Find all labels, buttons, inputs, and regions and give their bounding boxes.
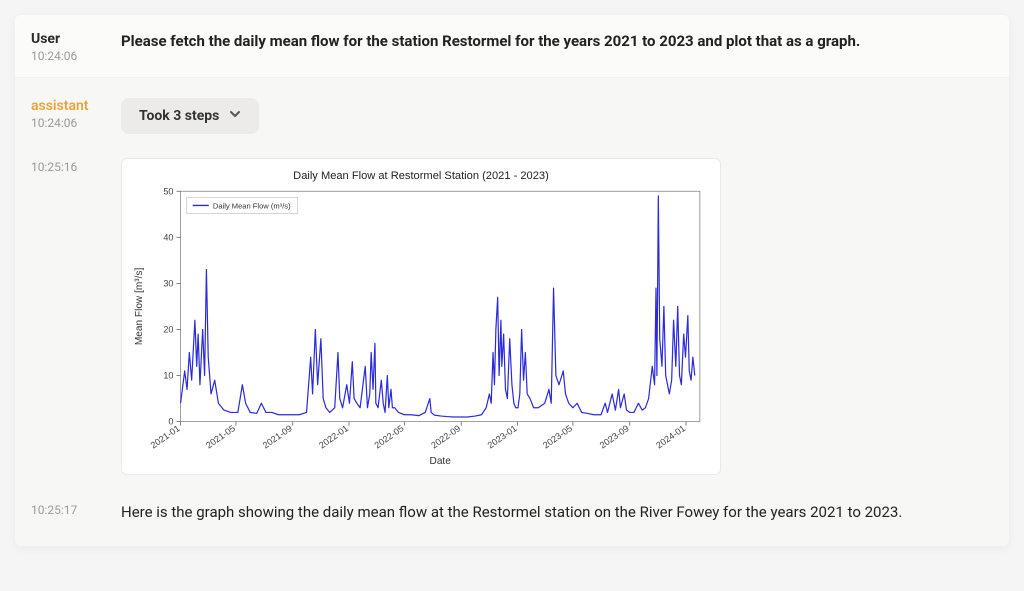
timestamp: 10:25:16 bbox=[31, 160, 101, 174]
svg-text:2021-01: 2021-01 bbox=[149, 423, 182, 450]
role-label-user: User bbox=[31, 31, 101, 47]
timestamp: 10:24:06 bbox=[31, 49, 101, 63]
svg-text:Mean Flow [m³/s]: Mean Flow [m³/s] bbox=[134, 268, 145, 346]
svg-text:Daily Mean Flow (m³/s): Daily Mean Flow (m³/s) bbox=[213, 201, 291, 210]
svg-text:2023-09: 2023-09 bbox=[598, 423, 631, 450]
message-user: User 10:24:06 Please fetch the daily mea… bbox=[15, 15, 1009, 78]
svg-text:30: 30 bbox=[163, 278, 173, 288]
svg-text:2024-01: 2024-01 bbox=[654, 423, 687, 450]
chevron-down-icon bbox=[229, 108, 241, 124]
message-assistant-chart: 10:25:16 Daily Mean Flow at Restormel St… bbox=[15, 140, 1009, 483]
svg-text:2022-09: 2022-09 bbox=[429, 423, 462, 450]
svg-text:2022-05: 2022-05 bbox=[373, 423, 406, 450]
svg-text:2023-05: 2023-05 bbox=[541, 423, 574, 450]
svg-text:2022-01: 2022-01 bbox=[317, 423, 350, 450]
chart-svg: Daily Mean Flow at Restormel Station (20… bbox=[128, 165, 714, 468]
steps-label: Took 3 steps bbox=[139, 108, 219, 124]
svg-text:Daily Mean Flow at Restormel S: Daily Mean Flow at Restormel Station (20… bbox=[293, 170, 549, 182]
timestamp: 10:24:06 bbox=[31, 116, 101, 130]
message-assistant-steps: assistant 10:24:06 Took 3 steps bbox=[15, 78, 1009, 140]
message-assistant-text: 10:25:17 Here is the graph showing the d… bbox=[15, 483, 1009, 546]
svg-text:Date: Date bbox=[430, 456, 452, 467]
expand-steps-button[interactable]: Took 3 steps bbox=[121, 98, 259, 134]
chart-output: Daily Mean Flow at Restormel Station (20… bbox=[121, 158, 721, 475]
assistant-message-text: Here is the graph showing the daily mean… bbox=[121, 501, 993, 524]
user-message-text: Please fetch the daily mean flow for the… bbox=[121, 31, 993, 52]
svg-text:2023-01: 2023-01 bbox=[486, 423, 519, 450]
svg-text:2021-05: 2021-05 bbox=[204, 423, 237, 450]
timestamp: 10:25:17 bbox=[31, 503, 101, 517]
svg-text:50: 50 bbox=[163, 186, 173, 196]
role-label-assistant: assistant bbox=[31, 98, 101, 114]
svg-text:10: 10 bbox=[163, 371, 173, 381]
svg-text:40: 40 bbox=[163, 232, 173, 242]
conversation-log: User 10:24:06 Please fetch the daily mea… bbox=[15, 15, 1009, 546]
svg-text:20: 20 bbox=[163, 325, 173, 335]
svg-text:2021-09: 2021-09 bbox=[261, 423, 294, 450]
